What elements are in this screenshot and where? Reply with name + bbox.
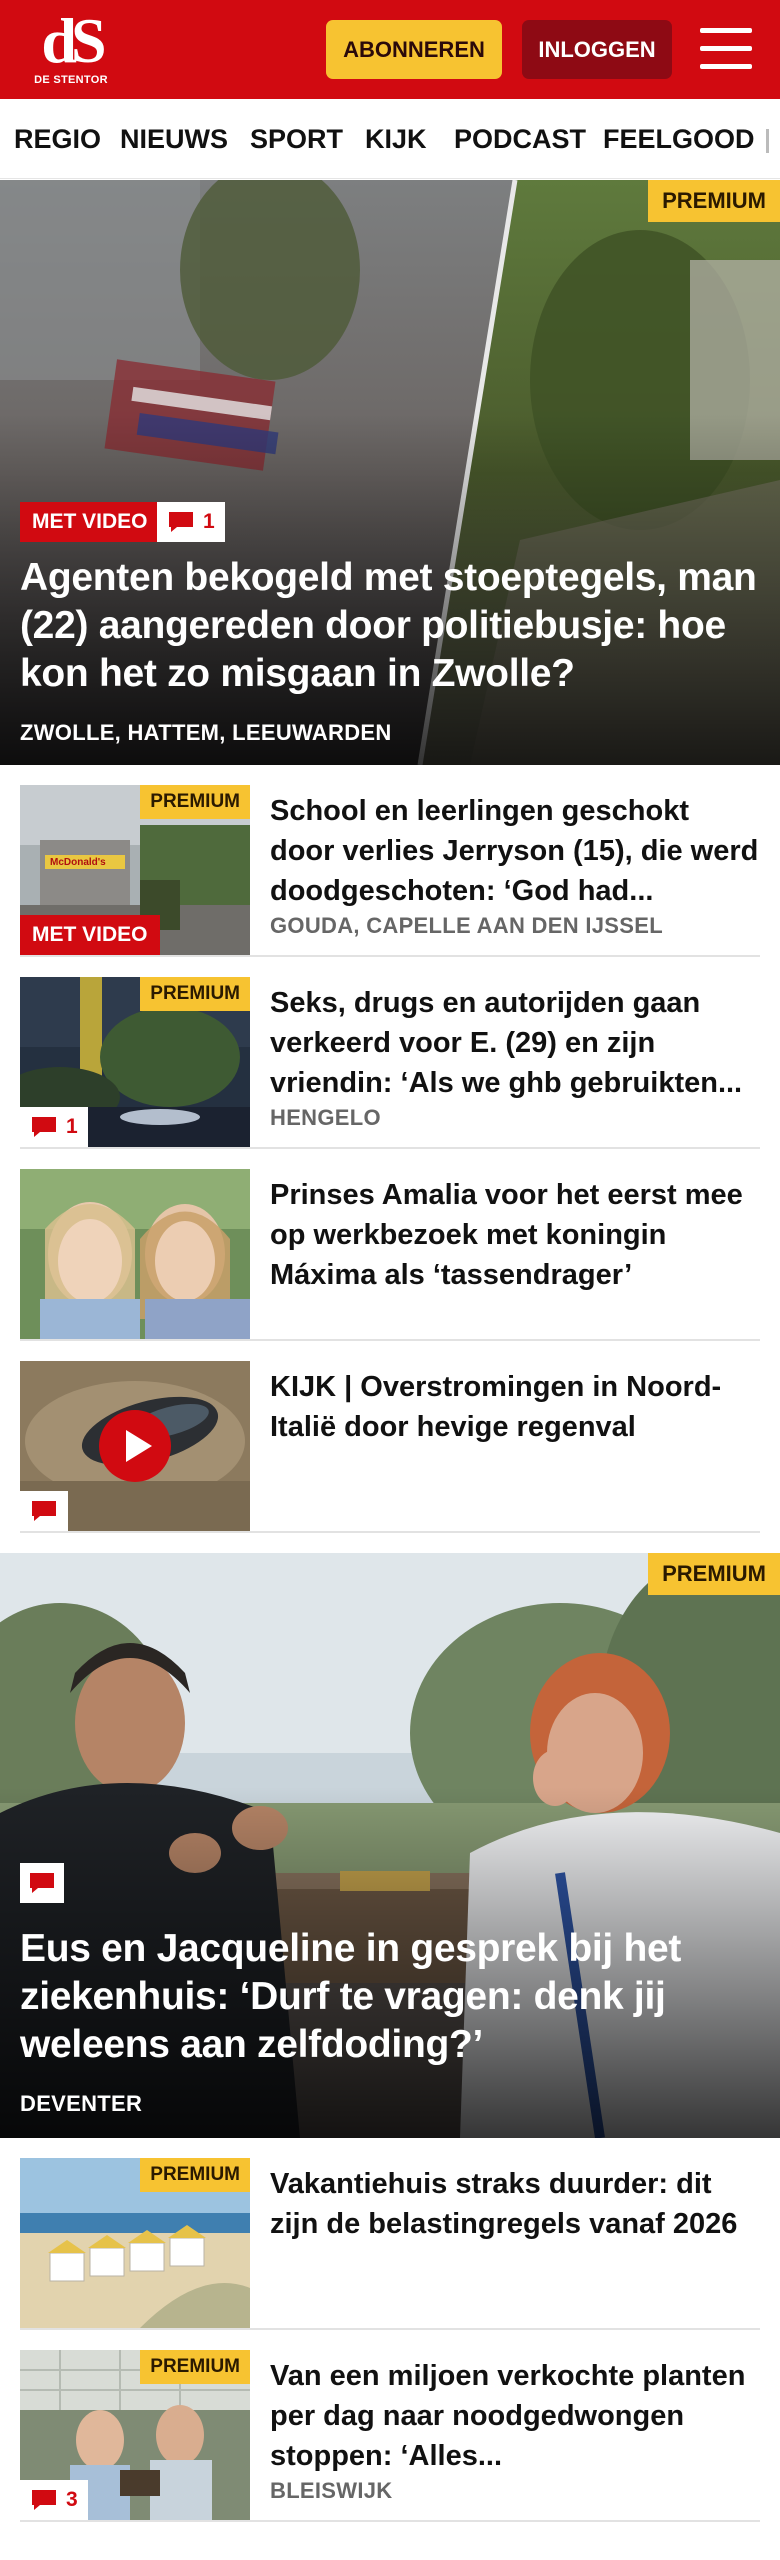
article-thumbnail — [20, 1169, 250, 1339]
nav-item-feelgood[interactable]: FEELGOOD — [603, 124, 755, 155]
premium-badge: PREMIUM — [140, 977, 250, 1011]
section-nav: REGIO NIEUWS SPORT KIJK PODCAST FEELGOOD — [0, 99, 780, 179]
logo-mark: dS — [41, 5, 106, 76]
nav-item-podcast[interactable]: PODCAST — [454, 124, 586, 155]
nav-item-regio[interactable]: REGIO — [14, 124, 101, 155]
list-item[interactable]: McDonald's PREMIUM MET VIDEO School en l… — [20, 785, 760, 957]
article-thumbnail: PREMIUM 3 — [20, 2350, 250, 2520]
article-location: BLEISWIJK — [270, 2478, 393, 2503]
comment-count-badge[interactable] — [20, 1491, 68, 1531]
thumbnail-image — [20, 1169, 250, 1339]
article-thumbnail: PREMIUM — [20, 2158, 250, 2328]
video-badge: MET VIDEO — [20, 915, 160, 955]
article-title[interactable]: Vakantiehuis straks duurder: dit zijn de… — [270, 2164, 760, 2244]
list-item[interactable]: Prinses Amalia voor het eerst mee op wer… — [20, 1169, 760, 1341]
hero-title[interactable]: Eus en Jacqueline in gesprek bij het zie… — [20, 1925, 760, 2069]
comment-icon — [32, 2490, 56, 2510]
list-item[interactable]: PREMIUM 1 Seks, drugs en autorijden gaan… — [20, 977, 760, 1149]
list-item[interactable]: PREMIUM Vakantiehuis straks duurder: dit… — [20, 2158, 760, 2330]
login-button[interactable]: INLOGGEN — [522, 20, 672, 79]
premium-badge: PREMIUM — [140, 2350, 250, 2384]
article-title[interactable]: KIJK | Overstromingen in Noord-Italië do… — [270, 1367, 760, 1447]
nav-item-sport[interactable]: SPORT — [250, 124, 343, 155]
article-thumbnail — [20, 1361, 250, 1531]
list-item[interactable]: PREMIUM 3 Van een miljoen verkochte plan… — [20, 2350, 760, 2522]
nav-item-kijk[interactable]: KIJK — [365, 124, 427, 155]
hero-article-2[interactable]: PREMIUM Eus en Jacqueline in gesprek bij… — [0, 1553, 780, 2138]
article-thumbnail: McDonald's PREMIUM MET VIDEO — [20, 785, 250, 955]
subscribe-button[interactable]: ABONNEREN — [326, 20, 502, 79]
menu-icon[interactable] — [700, 26, 752, 72]
article-title[interactable]: School en leerlingen geschokt door verli… — [270, 791, 760, 911]
article-title[interactable]: Seks, drugs en autorijden gaan verkeerd … — [270, 983, 760, 1103]
logo-subtitle: DE STENTOR — [34, 74, 108, 86]
article-location: HENGELO — [270, 1105, 381, 1130]
comment-icon — [32, 1117, 56, 1137]
hero-location: DEVENTER — [20, 2091, 143, 2116]
article-location: GOUDA, CAPELLE AAN DEN IJSSEL — [270, 913, 663, 938]
hero-article-1[interactable]: PREMIUM MET VIDEO 1 Agenten bekogeld met… — [0, 180, 780, 765]
comment-count: 1 — [203, 510, 215, 533]
comment-count-badge[interactable]: 1 — [157, 502, 225, 542]
premium-badge: PREMIUM — [140, 785, 250, 819]
comment-count-badge[interactable] — [20, 1863, 64, 1903]
hero-location: ZWOLLE, HATTEM, LEEUWARDEN — [20, 720, 392, 745]
comment-icon — [169, 512, 193, 532]
site-logo[interactable]: dS DE STENTOR — [28, 5, 114, 90]
comment-count: 3 — [66, 2488, 78, 2511]
comment-count-badge[interactable]: 3 — [20, 2480, 88, 2520]
comment-count: 1 — [66, 1115, 78, 1138]
top-header: dS DE STENTOR ABONNEREN INLOGGEN — [0, 0, 780, 99]
article-title[interactable]: Prinses Amalia voor het eerst mee op wer… — [270, 1175, 760, 1295]
video-badge: MET VIDEO — [20, 502, 160, 542]
premium-badge: PREMIUM — [648, 180, 780, 222]
nav-overflow-indicator — [766, 129, 769, 153]
play-icon[interactable] — [98, 1409, 172, 1483]
nav-item-nieuws[interactable]: NIEUWS — [120, 124, 228, 155]
article-title[interactable]: Van een miljoen verkochte planten per da… — [270, 2356, 760, 2476]
list-item[interactable]: KIJK | Overstromingen in Noord-Italië do… — [20, 1361, 760, 1533]
comment-icon — [32, 1501, 56, 1521]
premium-badge: PREMIUM — [648, 1553, 780, 1595]
thumbnail-sign-text: McDonald's — [50, 857, 106, 868]
hero-title[interactable]: Agenten bekogeld met stoeptegels, man (2… — [20, 554, 760, 698]
comment-count-badge[interactable]: 1 — [20, 1107, 88, 1147]
premium-badge: PREMIUM — [140, 2158, 250, 2192]
article-thumbnail: PREMIUM 1 — [20, 977, 250, 1147]
comment-icon — [30, 1873, 54, 1893]
